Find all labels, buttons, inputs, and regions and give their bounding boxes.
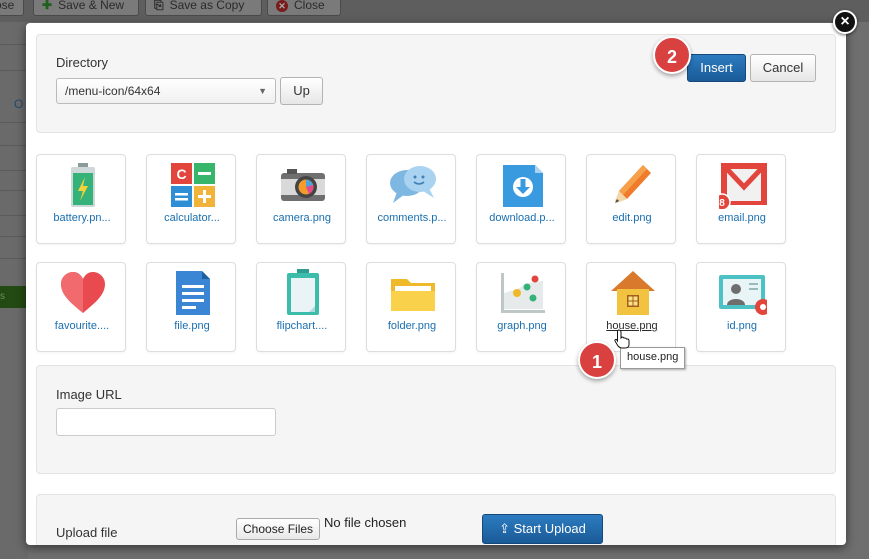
- heart-icon: [61, 272, 105, 313]
- bg-divider: [0, 170, 28, 171]
- bg-save-copy-button: ⎘ Save as Copy: [145, 0, 262, 16]
- image-name: folder.png: [387, 320, 437, 332]
- bg-close-label: ose: [0, 0, 15, 12]
- upload-icon: ⇪: [499, 521, 510, 536]
- graph-icon: [501, 273, 545, 313]
- image-tooltip: house.png: [620, 347, 686, 369]
- image-name: graph.png: [497, 320, 547, 332]
- hand-cursor-icon: [614, 329, 630, 349]
- image-name: id.png: [727, 320, 757, 332]
- bg-close-button-partial: ose: [0, 0, 24, 16]
- image-tile-download[interactable]: download.p...: [476, 154, 566, 244]
- step-marker-1: 1: [578, 341, 616, 379]
- cancel-button[interactable]: Cancel: [750, 54, 816, 82]
- directory-select-value: /menu-icon/64x64: [65, 84, 161, 98]
- image-tile-house[interactable]: house.png: [586, 262, 676, 352]
- close-circle-icon: ✕: [276, 0, 288, 12]
- image-tile-favourite[interactable]: favourite....: [36, 262, 126, 352]
- image-url-input[interactable]: [56, 408, 276, 436]
- image-tile-calculator[interactable]: C calculator...: [146, 154, 236, 244]
- svg-text:C: C: [176, 166, 186, 182]
- bg-divider: [0, 145, 28, 146]
- house-icon: [611, 271, 655, 315]
- battery-icon: [71, 163, 95, 207]
- camera-icon: [281, 169, 325, 201]
- start-upload-button[interactable]: ⇪ Start Upload: [482, 514, 603, 544]
- download-icon: [503, 165, 543, 207]
- file-icon: [176, 271, 210, 315]
- copy-icon: ⎘: [154, 0, 164, 12]
- image-name: flipchart....: [276, 320, 328, 332]
- id-card-icon: [719, 275, 767, 315]
- bg-divider: [0, 70, 28, 71]
- image-name: download.p...: [489, 212, 555, 224]
- image-name: file.png: [174, 320, 210, 332]
- bg-save-new-label: Save & New: [58, 0, 125, 12]
- dropdown-caret-icon: ▼: [258, 86, 267, 96]
- bg-divider: [0, 258, 28, 259]
- image-name: favourite....: [54, 320, 110, 332]
- directory-panel: Directory /menu-icon/64x64 ▼ Up Insert C…: [36, 34, 836, 133]
- bg-close-button: ✕ Close: [267, 0, 341, 16]
- email-icon: 8: [719, 163, 767, 209]
- bg-divider: [0, 190, 28, 191]
- image-manager-modal: Directory /menu-icon/64x64 ▼ Up Insert C…: [26, 23, 846, 545]
- comments-icon: [390, 166, 436, 203]
- directory-select[interactable]: /menu-icon/64x64 ▼: [56, 78, 276, 104]
- start-upload-label: Start Upload: [513, 521, 586, 536]
- image-tile-file[interactable]: file.png: [146, 262, 236, 352]
- image-tile-comments[interactable]: comments.p...: [366, 154, 456, 244]
- bg-divider: [0, 236, 28, 237]
- image-name: camera.png: [272, 212, 332, 224]
- bg-close-label-full: Close: [294, 0, 325, 12]
- folder-icon: [391, 279, 435, 311]
- image-tile-id[interactable]: id.png: [696, 262, 786, 352]
- image-name: email.png: [718, 212, 766, 224]
- modal-close-icon[interactable]: ×: [833, 10, 857, 34]
- up-button[interactable]: Up: [280, 77, 323, 105]
- image-name: battery.pn...: [53, 212, 111, 224]
- image-tile-edit[interactable]: edit.png: [586, 154, 676, 244]
- image-name: house.png: [606, 320, 658, 332]
- bg-save-copy-label: Save as Copy: [169, 0, 245, 12]
- image-url-panel: Image URL: [36, 365, 836, 474]
- image-name: comments.p...: [377, 212, 447, 224]
- pencil-icon: [615, 165, 651, 203]
- insert-button[interactable]: Insert: [687, 54, 746, 82]
- bg-divider: [0, 215, 28, 216]
- choose-files-button[interactable]: Choose Files: [236, 518, 321, 540]
- image-tile-graph[interactable]: graph.png: [476, 262, 566, 352]
- step-marker-2: 2: [653, 36, 691, 74]
- plus-icon: ✚: [42, 0, 53, 12]
- image-tile-email[interactable]: 8 email.png: [696, 154, 786, 244]
- flipchart-icon: [287, 269, 319, 315]
- bg-save-new-button: ✚ Save & New: [33, 0, 139, 16]
- bg-divider: [0, 122, 28, 123]
- no-file-chosen-text: No file chosen: [324, 515, 407, 530]
- upload-panel: Upload file: [36, 494, 836, 545]
- image-tile-camera[interactable]: camera.png: [256, 154, 346, 244]
- upload-file-label: Upload file: [56, 525, 118, 540]
- directory-label: Directory: [56, 55, 109, 70]
- image-tile-battery[interactable]: battery.pn...: [36, 154, 126, 244]
- calculator-icon: C: [171, 163, 215, 207]
- image-url-label: Image URL: [56, 387, 122, 402]
- image-name: edit.png: [612, 212, 652, 224]
- email-badge: 8: [719, 198, 725, 209]
- image-tile-folder[interactable]: folder.png: [366, 262, 456, 352]
- bg-divider: [0, 44, 28, 45]
- image-name: calculator...: [164, 212, 220, 224]
- bg-letter: O: [14, 97, 24, 111]
- image-tile-flipchart[interactable]: flipchart....: [256, 262, 346, 352]
- bg-green-strip: s: [0, 286, 28, 308]
- background-toolbar: ose ✚ Save & New ⎘ Save as Copy ✕ Close: [0, 0, 869, 22]
